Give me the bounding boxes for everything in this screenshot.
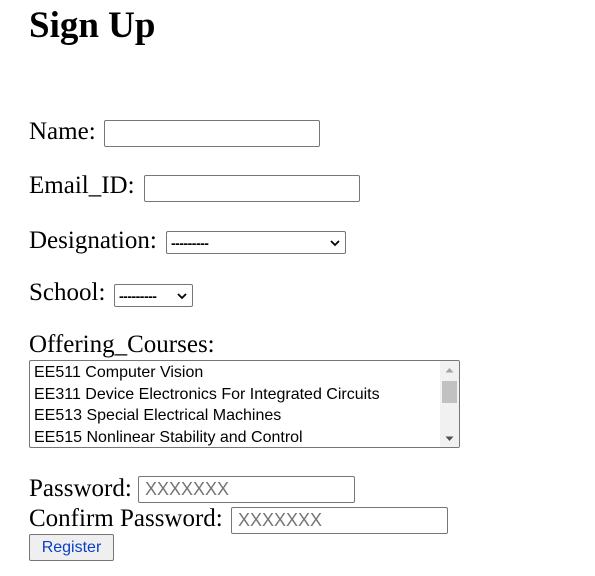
confirm-password-input[interactable] xyxy=(231,507,448,534)
listbox-scrollbar[interactable] xyxy=(440,361,459,447)
school-selected-value: --------- xyxy=(119,287,157,304)
register-button[interactable]: Register xyxy=(29,534,114,561)
chevron-down-icon xyxy=(177,292,187,299)
page-title: Sign Up xyxy=(29,5,156,46)
confirm-password-label: Confirm Password: xyxy=(29,505,223,532)
email-input[interactable] xyxy=(144,175,360,202)
school-select[interactable]: --------- xyxy=(114,284,193,307)
course-options-list: EE511 Computer Vision EE311 Device Elect… xyxy=(30,361,439,447)
scroll-up-arrow-icon[interactable] xyxy=(440,361,459,378)
course-option[interactable]: EE513 Special Electrical Machines xyxy=(30,405,439,427)
course-option[interactable]: EE511 Computer Vision xyxy=(30,362,439,384)
course-option[interactable]: EE311 Device Electronics For Integrated … xyxy=(30,384,439,406)
designation-selected-value: --------- xyxy=(171,234,209,251)
password-input[interactable] xyxy=(138,476,355,503)
offering-courses-listbox[interactable]: EE511 Computer Vision EE311 Device Elect… xyxy=(29,360,460,448)
scroll-down-arrow-icon[interactable] xyxy=(440,430,459,447)
course-option[interactable]: EE515 Nonlinear Stability and Control xyxy=(30,427,439,448)
designation-label: Designation: xyxy=(29,227,157,254)
name-label: Name: xyxy=(29,118,96,145)
email-label: Email_ID: xyxy=(29,172,135,199)
name-input[interactable] xyxy=(104,120,320,147)
offering-courses-label: Offering_Courses: xyxy=(29,331,215,358)
password-label: Password: xyxy=(29,475,132,502)
chevron-down-icon xyxy=(330,239,340,246)
school-label: School: xyxy=(29,279,106,306)
scroll-thumb[interactable] xyxy=(442,381,457,403)
designation-select[interactable]: --------- xyxy=(166,231,346,254)
